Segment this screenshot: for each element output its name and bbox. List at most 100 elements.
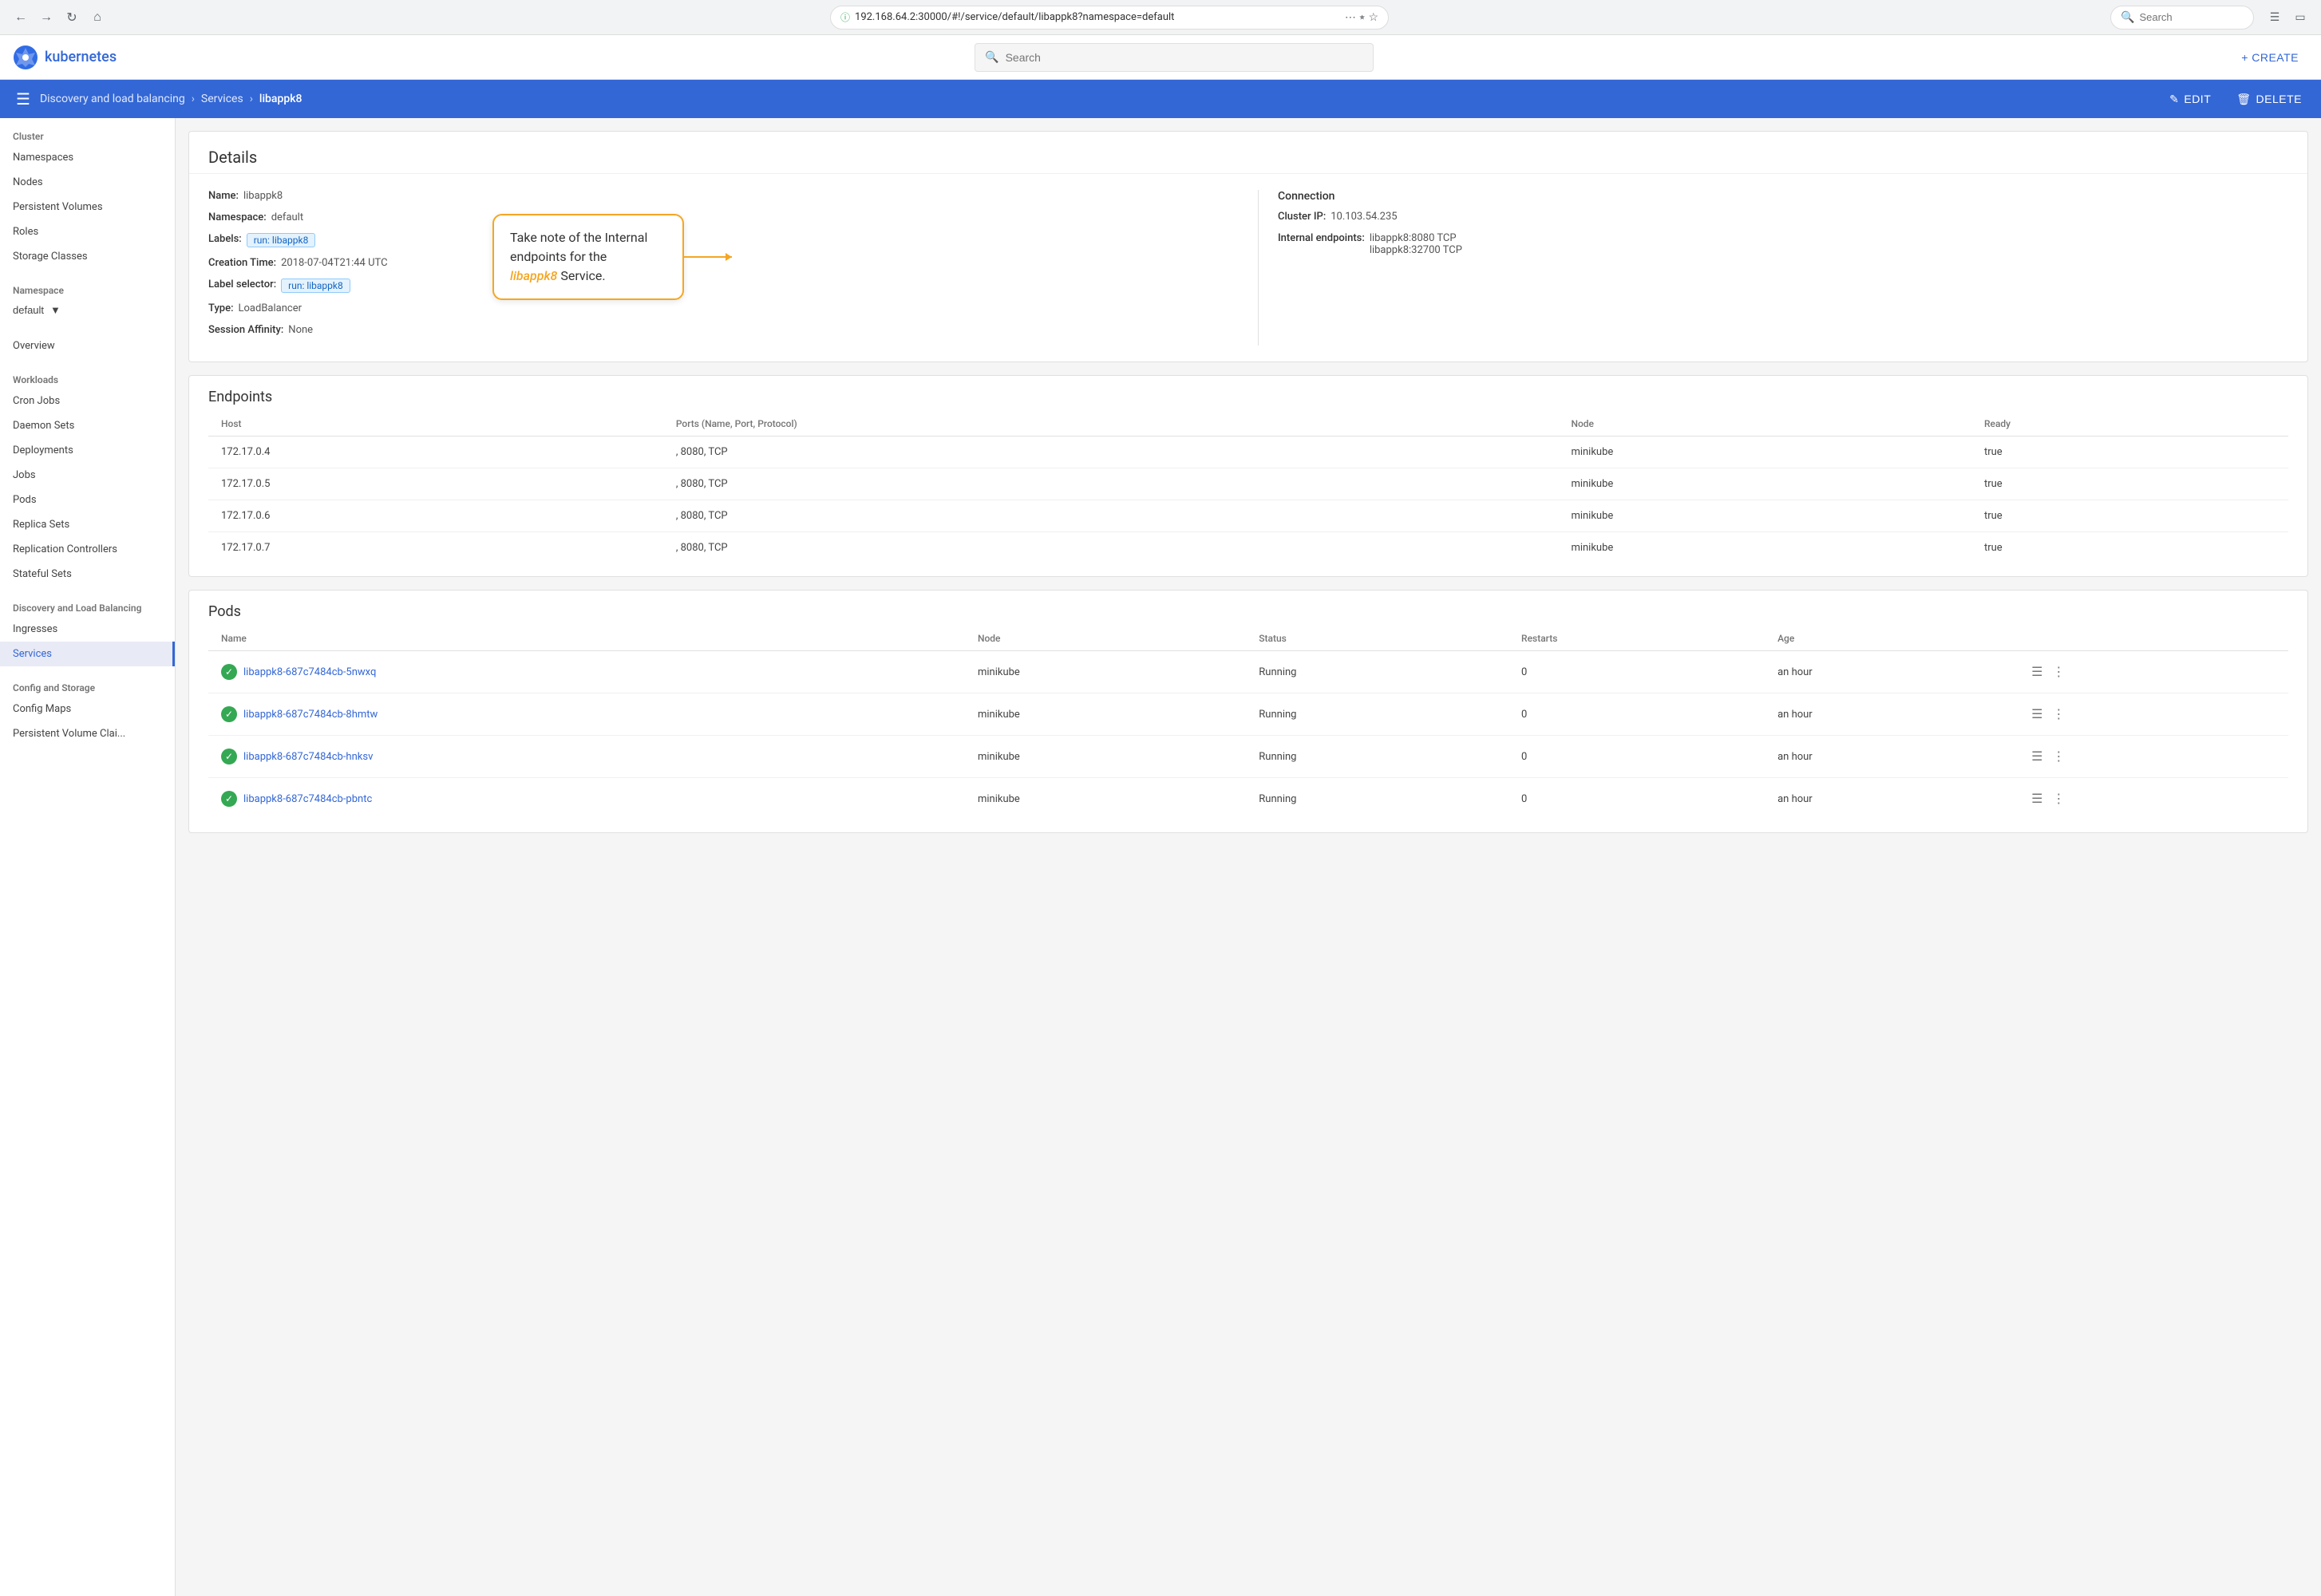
sidebar-item-pvc[interactable]: Persistent Volume Clai... <box>0 721 175 746</box>
create-button[interactable]: + CREATE <box>2232 45 2308 70</box>
sidebar-item-ingresses[interactable]: Ingresses <box>0 617 175 642</box>
pod-name-cell-0: ✓ libappk8-687c7484cb-5nwxq <box>208 651 965 693</box>
pods-title: Pods <box>189 591 2307 626</box>
endpoints-table: Host Ports (Name, Port, Protocol) Node R… <box>208 412 2288 563</box>
home-button[interactable]: ⌂ <box>86 6 109 29</box>
breadcrumb-services[interactable]: Services <box>201 93 243 105</box>
synced-tabs-btn[interactable]: ☰ <box>2264 6 2286 29</box>
annotation-box: Take note of the Internal endpoints for … <box>492 214 684 300</box>
pod-col-actions <box>2015 626 2288 651</box>
pod-status-3: Running <box>1246 778 1508 820</box>
sidebar-item-deployments[interactable]: Deployments <box>0 438 175 463</box>
reload-button[interactable]: ↻ <box>61 6 83 29</box>
browser-extras: ☰ ▭ <box>2264 6 2311 29</box>
detail-type-row: Type: LoadBalancer <box>208 302 1239 314</box>
breadcrumb: Discovery and load balancing › Services … <box>40 93 2157 105</box>
breadcrumb-sep-2: › <box>250 93 253 105</box>
sidebar-item-overview[interactable]: Overview <box>0 334 175 358</box>
endpoint-ports-3: , 8080, TCP <box>663 532 1559 564</box>
sidebar-item-jobs[interactable]: Jobs <box>0 463 175 488</box>
browser-nav-buttons: ← → ↻ ⌂ <box>10 6 109 29</box>
edit-icon: ✎ <box>2169 93 2179 106</box>
endpoint-node-0: minikube <box>1558 437 1971 468</box>
sidebar-item-replication-controllers[interactable]: Replication Controllers <box>0 537 175 562</box>
pod-node-2: minikube <box>965 736 1246 778</box>
app-search-input[interactable] <box>1006 51 1364 64</box>
sidebar-item-storage-classes[interactable]: Storage Classes <box>0 244 175 269</box>
pod-status-1: Running <box>1246 693 1508 736</box>
sidebar-item-config-maps[interactable]: Config Maps <box>0 697 175 721</box>
pod-col-age: Age <box>1765 626 2015 651</box>
star-icon: ☆ <box>1368 11 1378 24</box>
pod-link-3[interactable]: libappk8-687c7484cb-pbntc <box>243 793 372 805</box>
pod-name-cell-3: ✓ libappk8-687c7484cb-pbntc <box>208 778 965 820</box>
namespace-selector[interactable]: default ▼ <box>0 299 175 321</box>
endpoints-title: Endpoints <box>189 376 2307 412</box>
cluster-ip-label: Cluster IP: <box>1278 211 1326 223</box>
pod-more-icon-2[interactable]: ⋮ <box>2049 745 2068 768</box>
sidebar-item-nodes[interactable]: Nodes <box>0 170 175 195</box>
hamburger-button[interactable]: ☰ <box>13 86 34 113</box>
pod-menu-icon-0[interactable]: ☰ <box>2028 661 2046 683</box>
endpoint-host-1: 172.17.0.5 <box>208 468 663 500</box>
endpoints-header-row: Host Ports (Name, Port, Protocol) Node R… <box>208 412 2288 437</box>
type-label: Type: <box>208 302 234 314</box>
pod-more-icon-0[interactable]: ⋮ <box>2049 661 2068 683</box>
pods-table: Name Node Status Restarts Age ✓ libappk8… <box>208 626 2288 820</box>
pod-more-icon-1[interactable]: ⋮ <box>2049 703 2068 725</box>
delete-label: DELETE <box>2256 93 2302 105</box>
sidebar-namespace-section: Namespace default ▼ <box>0 272 175 324</box>
url-text: 192.168.64.2:30000/#!/service/default/li… <box>855 11 1340 23</box>
pod-link-0[interactable]: libappk8-687c7484cb-5nwxq <box>243 666 376 678</box>
chevron-down-icon: ▼ <box>50 304 61 316</box>
breadcrumb-discovery[interactable]: Discovery and load balancing <box>40 93 185 105</box>
pod-age-3: an hour <box>1765 778 2015 820</box>
namespace-label: Namespace: <box>208 211 267 223</box>
pod-status-0: Running <box>1246 651 1508 693</box>
table-row: ✓ libappk8-687c7484cb-pbntc minikube Run… <box>208 778 2288 820</box>
app-search-box[interactable]: 🔍 <box>975 43 1374 72</box>
col-host: Host <box>208 412 663 437</box>
sidebar-item-persistent-volumes[interactable]: Persistent Volumes <box>0 195 175 219</box>
pod-menu-icon-1[interactable]: ☰ <box>2028 703 2046 725</box>
pod-more-icon-3[interactable]: ⋮ <box>2049 788 2068 810</box>
back-button[interactable]: ← <box>10 6 32 29</box>
sidebar-item-pods[interactable]: Pods <box>0 488 175 512</box>
pod-col-node: Node <box>965 626 1246 651</box>
pods-tbody: ✓ libappk8-687c7484cb-5nwxq minikube Run… <box>208 651 2288 820</box>
edit-button[interactable]: ✎ EDIT <box>2163 89 2217 109</box>
forward-button[interactable]: → <box>35 6 57 29</box>
sidebar-discovery-section: Discovery and Load Balancing Ingresses S… <box>0 590 175 670</box>
sidebar-item-services[interactable]: Services <box>0 642 175 666</box>
cluster-ip-value: 10.103.54.235 <box>1331 211 1397 223</box>
sidebar-item-cron-jobs[interactable]: Cron Jobs <box>0 389 175 413</box>
detail-creation-row: Creation Time: 2018-07-04T21:44 UTC <box>208 257 1239 269</box>
main-layout: Cluster Namespaces Nodes Persistent Volu… <box>0 118 2321 1596</box>
endpoint-2: libappk8:32700 TCP <box>1370 244 1462 256</box>
endpoint-ports-1: , 8080, TCP <box>663 468 1559 500</box>
browser-search-box[interactable]: 🔍 <box>2110 6 2254 30</box>
sidebar-item-stateful-sets[interactable]: Stateful Sets <box>0 562 175 587</box>
sidebar-item-namespaces[interactable]: Namespaces <box>0 145 175 170</box>
table-row: ✓ libappk8-687c7484cb-5nwxq minikube Run… <box>208 651 2288 693</box>
col-ports: Ports (Name, Port, Protocol) <box>663 412 1559 437</box>
address-bar[interactable]: ⓘ 192.168.64.2:30000/#!/service/default/… <box>830 6 1389 30</box>
endpoint-ready-0: true <box>1971 437 2288 468</box>
delete-button[interactable]: 🗑 DELETE <box>2230 89 2308 109</box>
sidebar-item-daemon-sets[interactable]: Daemon Sets <box>0 413 175 438</box>
sidebar-item-replica-sets[interactable]: Replica Sets <box>0 512 175 537</box>
pod-menu-icon-3[interactable]: ☰ <box>2028 788 2046 810</box>
browser-search-input[interactable] <box>2139 11 2244 23</box>
endpoint-node-2: minikube <box>1558 500 1971 532</box>
pod-link-2[interactable]: libappk8-687c7484cb-hnksv <box>243 751 373 763</box>
sidebar-btn[interactable]: ▭ <box>2289 6 2311 29</box>
endpoints-card: Endpoints Host Ports (Name, Port, Protoc… <box>188 375 2308 577</box>
pods-thead: Name Node Status Restarts Age <box>208 626 2288 651</box>
pod-menu-icon-2[interactable]: ☰ <box>2028 745 2046 768</box>
sidebar-item-roles[interactable]: Roles <box>0 219 175 244</box>
pod-restarts-0: 0 <box>1508 651 1765 693</box>
pod-actions-cell-1: ☰ ⋮ <box>2015 693 2288 736</box>
pod-link-1[interactable]: libappk8-687c7484cb-8hmtw <box>243 709 378 721</box>
annotation-text: Take note of the Internal endpoints for … <box>510 230 647 264</box>
endpoint-ports-0: , 8080, TCP <box>663 437 1559 468</box>
